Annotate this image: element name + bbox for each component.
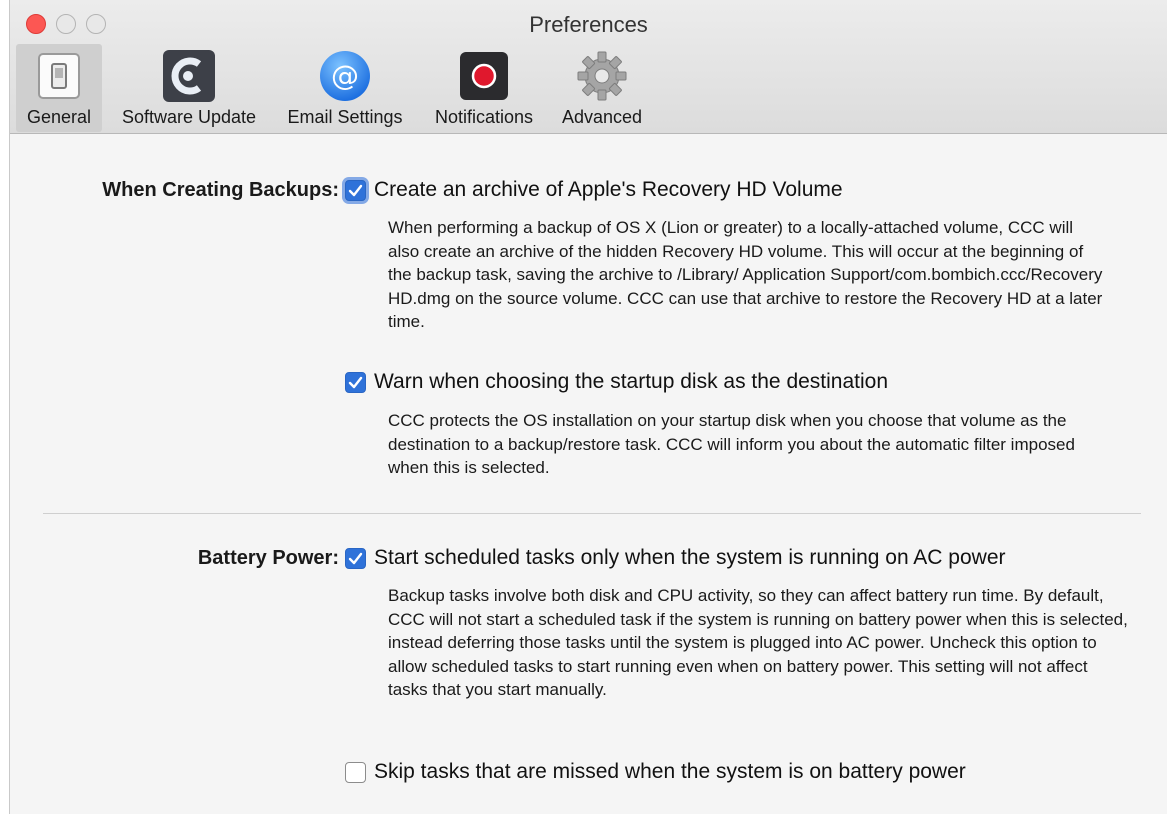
tab-notifications-label: Notifications: [434, 107, 534, 127]
recovery-archive-description: When performing a backup of OS X (Lion o…: [388, 218, 1103, 331]
skip-missed-tasks-checkbox[interactable]: [345, 762, 366, 783]
record-icon: [456, 48, 512, 104]
svg-text:@: @: [331, 59, 359, 92]
warn-startup-disk-label[interactable]: Warn when choosing the startup disk as t…: [374, 370, 888, 394]
ac-power-only-description: Backup tasks involve both disk and CPU a…: [388, 586, 1128, 699]
tab-general-label: General: [26, 107, 92, 127]
tab-advanced-label: Advanced: [561, 107, 643, 127]
switch-icon: [31, 48, 87, 104]
ccc-logo-icon: [161, 48, 217, 104]
ac-power-only-checkbox[interactable]: [345, 548, 366, 569]
backups-section-label: When Creating Backups:: [102, 179, 339, 201]
tab-general[interactable]: General: [16, 44, 102, 132]
tab-software-update[interactable]: Software Update: [106, 44, 272, 132]
tab-email-settings-label: Email Settings: [287, 107, 403, 127]
section-divider: [43, 513, 1141, 514]
warn-startup-disk-description: CCC protects the OS installation on your…: [388, 411, 1075, 477]
at-sign-icon: @: [317, 48, 373, 104]
ac-power-only-label[interactable]: Start scheduled tasks only when the syst…: [374, 546, 1006, 570]
tab-advanced[interactable]: Advanced: [550, 44, 654, 132]
battery-section-label: Battery Power:: [197, 547, 339, 569]
recovery-archive-label[interactable]: Create an archive of Apple's Recovery HD…: [374, 178, 843, 202]
recovery-archive-checkbox[interactable]: [345, 180, 366, 201]
title-bar: Preferences General Software Update @ Em…: [10, 0, 1167, 134]
tab-email-settings[interactable]: @ Email Settings: [276, 44, 414, 132]
warn-startup-disk-checkbox[interactable]: [345, 372, 366, 393]
skip-missed-tasks-label[interactable]: Skip tasks that are missed when the syst…: [374, 760, 966, 784]
window-title: Preferences: [529, 12, 648, 37]
tab-software-update-label: Software Update: [121, 107, 257, 127]
gear-icon: [574, 48, 630, 104]
preferences-window: Preferences General Software Update @ Em…: [9, 0, 1167, 814]
tab-notifications[interactable]: Notifications: [422, 44, 546, 132]
general-pane: When Creating Backups: Create an archive…: [10, 134, 1167, 814]
